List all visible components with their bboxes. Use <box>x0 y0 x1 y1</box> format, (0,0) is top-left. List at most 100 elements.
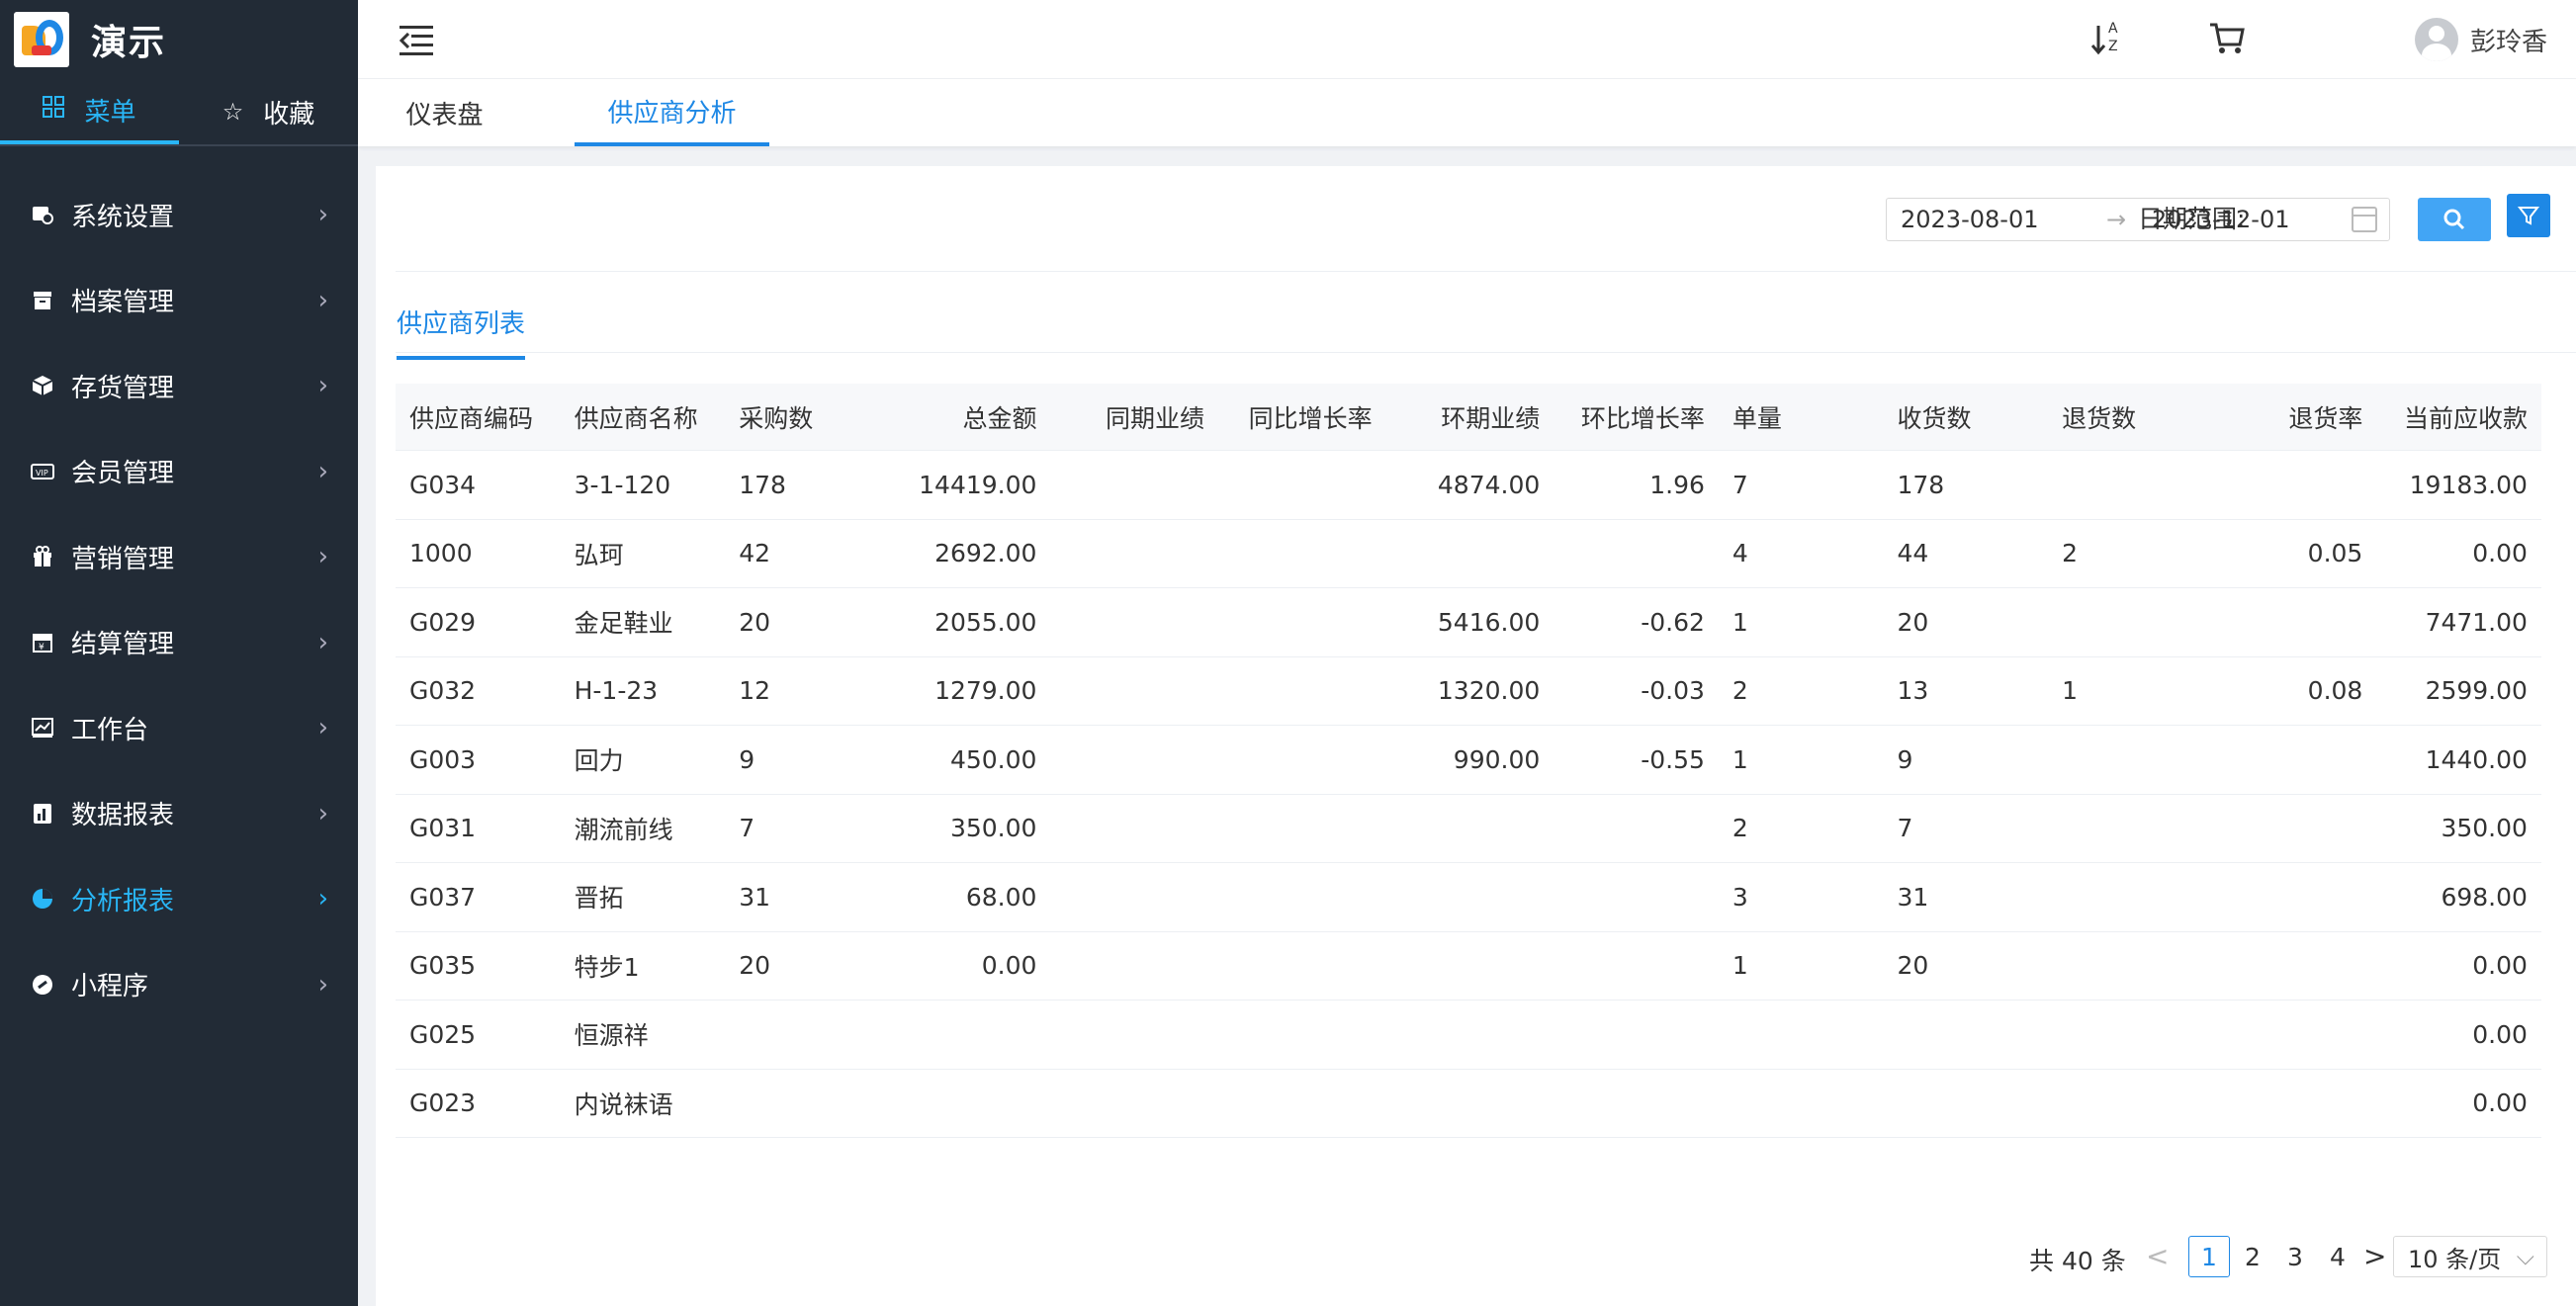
table-row[interactable]: G023 内说袜语 0.00 <box>396 1070 2541 1138</box>
column-header: 单量 <box>1732 403 1782 433</box>
sidebar-tab-menu[interactable]: 菜单 <box>0 79 179 144</box>
box-icon <box>30 373 55 398</box>
table-row[interactable]: G037 晋拓 31 68.00 3 31 698.00 <box>396 863 2541 932</box>
top-header: A Z 彭玲香 <box>358 0 2576 79</box>
table-cell: 2692.00 <box>934 539 1037 568</box>
sidebar-item-inventory[interactable]: 存货管理 › <box>0 343 358 429</box>
cart-icon[interactable] <box>2207 18 2247 57</box>
sidebar: 演示 菜单 ☆ 收藏 系统设置 › 档案管理 › 存货管理 › VIP 会员管理… <box>0 0 358 1306</box>
table-cell: 698.00 <box>2441 882 2528 912</box>
table-cell: 1 <box>1732 951 1748 981</box>
table-cell: 31 <box>1897 882 1929 912</box>
table-cell: 1.96 <box>1649 470 1705 499</box>
table-cell: 20 <box>1897 951 1929 981</box>
table-row[interactable]: G034 3-1-120 178 14419.00 4874.00 1.96 7 178 191… <box>396 451 2541 520</box>
table-cell: 特步1 <box>574 952 640 982</box>
table-cell: 5416.00 <box>1437 607 1541 637</box>
table-cell: 178 <box>739 470 786 499</box>
sidebar-item-members[interactable]: VIP 会员管理 › <box>0 429 358 515</box>
search-button[interactable] <box>2418 198 2491 241</box>
link-icon <box>30 972 55 998</box>
page-1-button[interactable]: 1 <box>2188 1236 2230 1277</box>
filter-button[interactable] <box>2507 194 2550 237</box>
page-2-button[interactable]: 2 <box>2232 1236 2273 1277</box>
table-cell: 12 <box>739 676 771 706</box>
table-cell: G034 <box>409 470 477 499</box>
table-row[interactable]: G025 恒源祥 0.00 <box>396 1001 2541 1070</box>
menu-collapse-icon[interactable] <box>400 24 433 55</box>
table-cell: G025 <box>409 1019 477 1049</box>
sort-label: A Z <box>2108 21 2118 54</box>
page-3-button[interactable]: 3 <box>2274 1236 2316 1277</box>
chevron-right-icon: › <box>317 884 328 914</box>
table-cell: 1320.00 <box>1437 676 1541 706</box>
logo-icon <box>14 12 69 67</box>
chevron-right-icon: › <box>317 456 328 486</box>
prev-page-button[interactable]: < <box>2146 1240 2169 1272</box>
username[interactable]: 彭玲香 <box>2470 22 2547 58</box>
calendar-icon[interactable] <box>2352 207 2377 232</box>
sidebar-item-marketing[interactable]: 营销管理 › <box>0 514 358 600</box>
sidebar-item-system-settings[interactable]: 系统设置 › <box>0 172 358 258</box>
table-cell: 350.00 <box>949 814 1037 843</box>
table-cell: 3-1-120 <box>574 470 671 499</box>
settlement-icon: ¥ <box>30 630 55 655</box>
column-header: 同比增长率 <box>1248 403 1373 433</box>
table-cell: 2055.00 <box>934 607 1037 637</box>
date-end-input[interactable]: 2023-12-01 <box>2152 206 2289 233</box>
sidebar-item-mini-program[interactable]: 小程序 › <box>0 942 358 1028</box>
sidebar-tab-favorites[interactable]: ☆ 收藏 <box>179 79 358 144</box>
sidebar-menu: 系统设置 › 档案管理 › 存货管理 › VIP 会员管理 › 营销管理 › ¥… <box>0 172 358 1027</box>
sidebar-item-archive[interactable]: 档案管理 › <box>0 258 358 344</box>
table-cell: 2 <box>1732 676 1748 706</box>
sidebar-tab-label: 菜单 <box>84 97 136 128</box>
chevron-down-icon: ⌵ <box>2516 1243 2534 1270</box>
table-cell: 0.00 <box>2472 539 2528 568</box>
column-header: 采购数 <box>739 403 814 433</box>
next-page-button[interactable]: > <box>2363 1240 2386 1272</box>
table-cell: G032 <box>409 676 477 706</box>
table-row[interactable]: G031 潮流前线 7 350.00 2 7 350.00 <box>396 795 2541 863</box>
table-cell: 19183.00 <box>2409 470 2528 499</box>
tab-supplier-analysis[interactable]: 供应商分析 <box>575 79 769 146</box>
sidebar-tab-label: 收藏 <box>263 99 315 130</box>
tab-dashboard[interactable]: 仪表盘 <box>358 79 531 146</box>
date-start-input[interactable]: 2023-08-01 <box>1901 206 2038 233</box>
sort-az-icon[interactable]: A Z <box>2088 20 2128 59</box>
search-icon <box>2443 209 2465 230</box>
page-4-button[interactable]: 4 <box>2317 1236 2358 1277</box>
column-header: 退货数 <box>2062 403 2137 433</box>
vip-card-icon: VIP <box>30 459 55 484</box>
sidebar-item-analysis-reports[interactable]: 分析报表 › <box>0 856 358 942</box>
sidebar-item-data-reports[interactable]: 数据报表 › <box>0 771 358 857</box>
table-cell: 9 <box>1897 744 1913 774</box>
sidebar-item-workbench[interactable]: 工作台 › <box>0 685 358 771</box>
chevron-right-icon: › <box>317 713 328 743</box>
table-cell: 20 <box>739 607 771 637</box>
table-row[interactable]: G003 回力 9 450.00 990.00 -0.55 1 9 1440.00 <box>396 726 2541 795</box>
content-card: 日期范围: 2023-08-01 → 2023-12-01 供应商列表 供应商编… <box>376 166 2576 1306</box>
table-cell: -0.55 <box>1641 744 1705 774</box>
table-cell: 1 <box>2062 676 2079 706</box>
date-range-picker[interactable]: 2023-08-01 → 2023-12-01 <box>1886 198 2390 241</box>
table-row[interactable]: G035 特步1 20 0.00 1 20 0.00 <box>396 932 2541 1001</box>
page-size-select[interactable]: 10 条/页 ⌵ <box>2393 1236 2547 1277</box>
table-cell: 0.08 <box>2307 676 2363 706</box>
table-body: G034 3-1-120 178 14419.00 4874.00 1.96 7 178 191… <box>396 451 2541 1138</box>
table-row[interactable]: 1000 弘珂 42 2692.00 4 44 2 0.05 0.00 <box>396 520 2541 588</box>
table-cell: G003 <box>409 744 477 774</box>
table-cell: 450.00 <box>949 744 1037 774</box>
pie-chart-icon <box>30 886 55 912</box>
table-cell: 晋拓 <box>574 884 624 914</box>
table-cell: 42 <box>739 539 771 568</box>
sidebar-item-settlement[interactable]: ¥ 结算管理 › <box>0 600 358 686</box>
gift-icon <box>30 544 55 569</box>
table-row[interactable]: G029 金足鞋业 20 2055.00 5416.00 -0.62 1 20 7471.00 <box>396 588 2541 657</box>
avatar[interactable] <box>2415 18 2458 61</box>
column-header: 总金额 <box>962 403 1037 433</box>
table-cell: 13 <box>1897 676 1929 706</box>
table-cell: 回力 <box>574 746 624 776</box>
table-row[interactable]: G032 H-1-23 12 1279.00 1320.00 -0.03 2 13 1 0.08 2… <box>396 657 2541 726</box>
table-cell: -0.62 <box>1641 607 1705 637</box>
table-cell: 14419.00 <box>919 470 1037 499</box>
